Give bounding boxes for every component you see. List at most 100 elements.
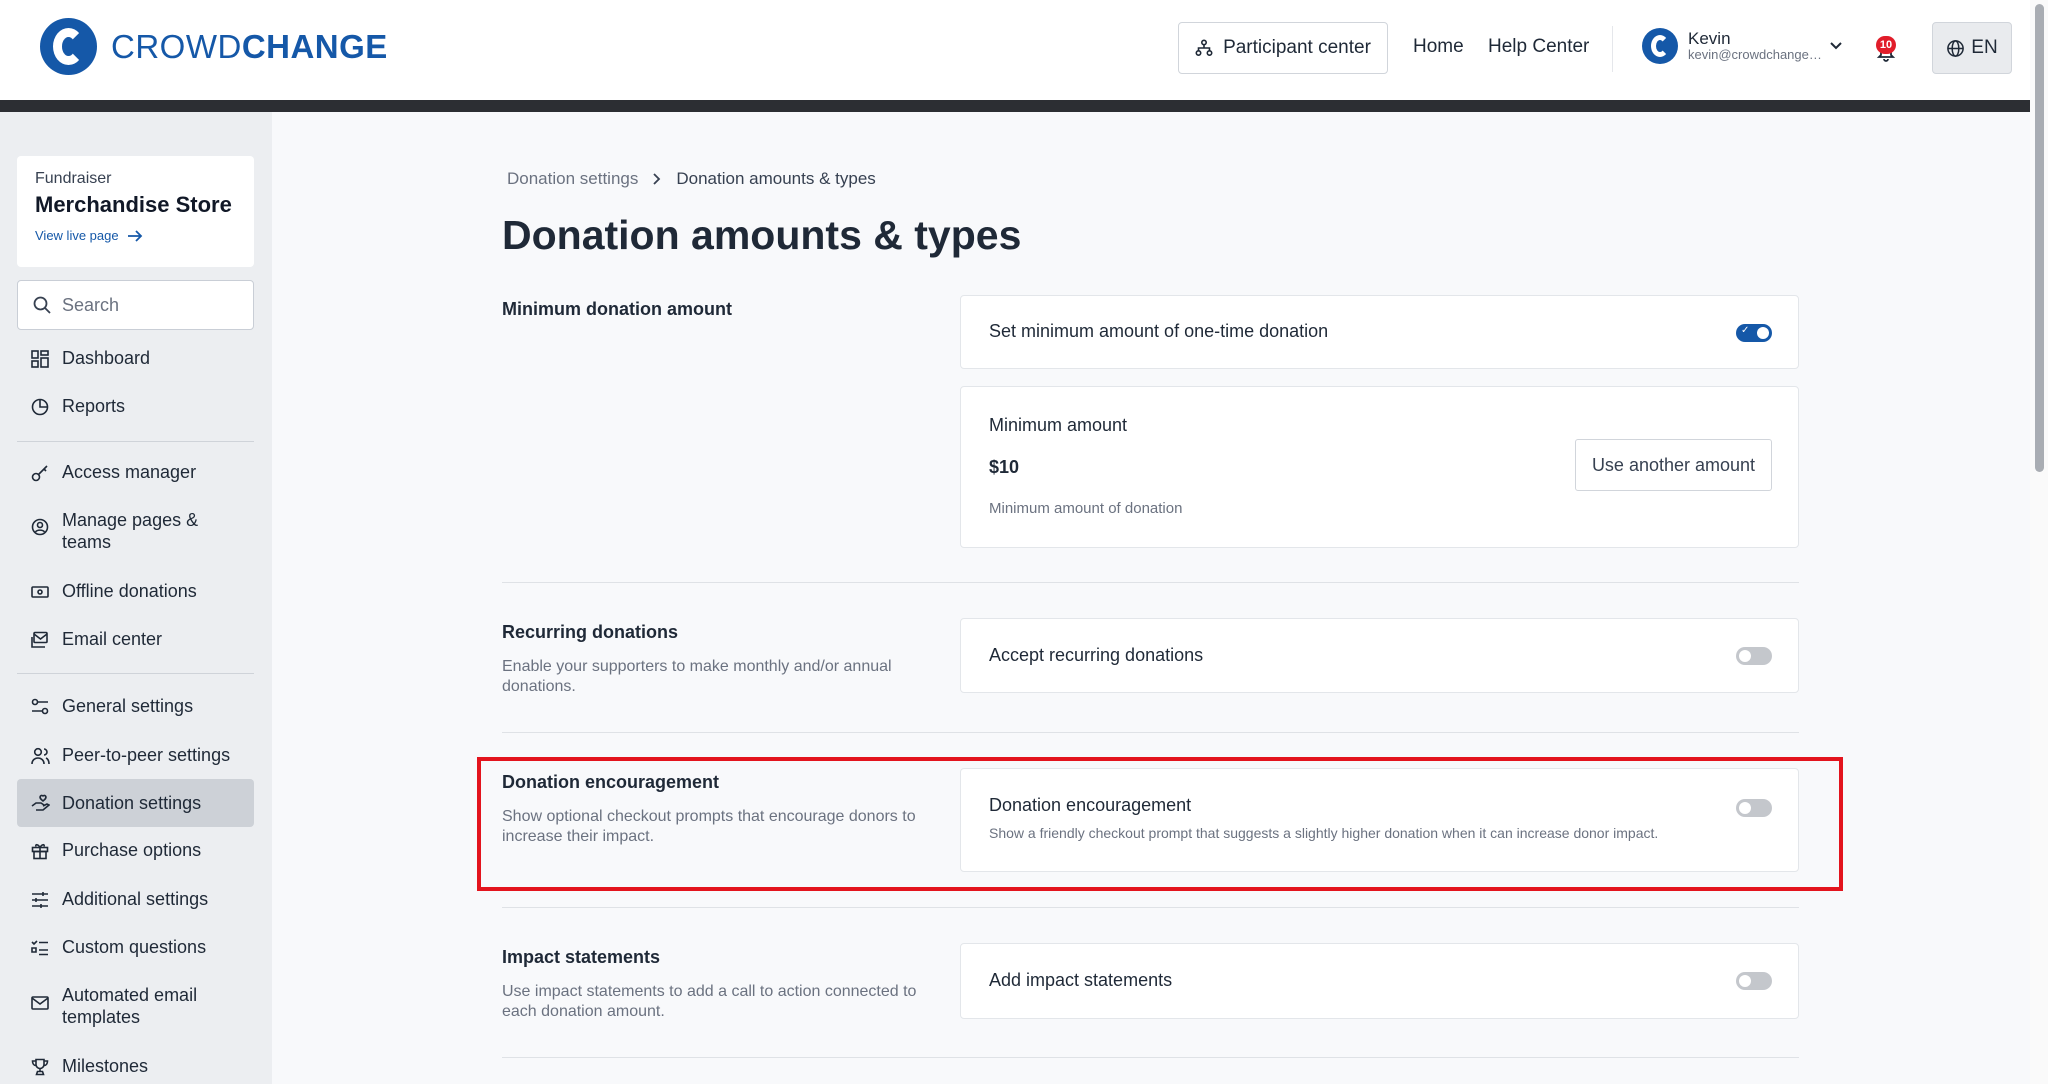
- arrow-right-icon: [127, 229, 142, 242]
- minimum-toggle[interactable]: ✓: [1736, 324, 1772, 342]
- sidebar-item-donation-settings[interactable]: Donation settings: [17, 779, 254, 827]
- globe-icon: [1947, 39, 1965, 57]
- sidebar-item-offline-donations[interactable]: Offline donations: [17, 581, 254, 602]
- sidebar-item-manage-pages[interactable]: Manage pages & teams: [17, 509, 254, 553]
- avatar: [1642, 28, 1678, 64]
- section-divider: [502, 582, 1799, 583]
- recurring-toggle[interactable]: [1736, 647, 1772, 665]
- sidebar-item-label: Additional settings: [62, 889, 209, 909]
- minimum-section-title: Minimum donation amount: [502, 299, 732, 319]
- cash-icon: [30, 582, 50, 602]
- recurring-toggle-card: Accept recurring donations: [960, 618, 1799, 693]
- impact-section-desc: Use impact statements to add a call to a…: [502, 983, 917, 1020]
- crowdchange-logo[interactable]: CROWDCHANGE: [40, 18, 388, 75]
- sidebar-item-label: Custom questions: [62, 937, 207, 957]
- recurring-section-title: Recurring donations: [502, 622, 679, 642]
- breadcrumb: Donation settings Donation amounts & typ…: [507, 169, 876, 189]
- sidebar-item-additional-settings[interactable]: Additional settings: [17, 889, 254, 910]
- fundraiser-kind: Fundraiser: [35, 170, 112, 187]
- scrollbar-thumb[interactable]: [2035, 4, 2044, 472]
- logo-wordmark: CROWDCHANGE: [111, 27, 388, 65]
- sliders-icon: [30, 697, 50, 717]
- sidebar: Fundraiser Merchandise Store View live p…: [0, 112, 272, 1084]
- help-center-link[interactable]: Help Center: [1488, 36, 1589, 58]
- header-rule: [0, 100, 2030, 112]
- recurring-section-desc: Enable your supporters to make monthly a…: [502, 658, 892, 695]
- impact-toggle[interactable]: [1736, 972, 1772, 990]
- language-button[interactable]: EN: [1932, 22, 2012, 74]
- user-email: kevin@crowdchange.co: [1688, 48, 1822, 63]
- top-header: CROWDCHANGE Participant center Home Help…: [0, 0, 2048, 100]
- trophy-icon: [30, 1057, 50, 1077]
- sidebar-item-peer-to-peer[interactable]: Peer-to-peer settings: [17, 745, 254, 766]
- impact-section-title: Impact statements: [502, 947, 661, 967]
- recurring-toggle-label: Accept recurring donations: [989, 645, 1204, 665]
- breadcrumb-parent-link[interactable]: Donation settings: [507, 169, 638, 189]
- pie-chart-icon: [30, 397, 50, 417]
- sidebar-item-label: General settings: [62, 696, 194, 716]
- chevron-down-icon[interactable]: [1826, 36, 1846, 56]
- header-divider: [1612, 26, 1613, 72]
- use-another-amount-button[interactable]: Use another amount: [1575, 439, 1772, 491]
- sidebar-item-label: Donation settings: [62, 792, 202, 813]
- checklist-icon: [30, 938, 50, 958]
- check-icon: ✓: [1741, 325, 1750, 336]
- sitemap-icon: [1195, 39, 1213, 57]
- highlight-box: [477, 757, 1843, 891]
- user-name: Kevin: [1688, 28, 1731, 48]
- fundraiser-card: Fundraiser Merchandise Store View live p…: [17, 156, 254, 267]
- fundraiser-name: Merchandise Store: [35, 192, 232, 217]
- sidebar-item-reports[interactable]: Reports: [17, 396, 254, 417]
- sidebar-item-label: Email center: [62, 629, 163, 649]
- sidebar-item-purchase-options[interactable]: Purchase options: [17, 840, 254, 861]
- sidebar-item-dashboard[interactable]: Dashboard: [17, 348, 254, 369]
- minimum-toggle-label: Set minimum amount of one-time donation: [989, 321, 1329, 341]
- impact-toggle-card: Add impact statements: [960, 943, 1799, 1019]
- sidebar-divider: [17, 441, 254, 442]
- search-input[interactable]: [62, 294, 242, 316]
- user-circle-icon: [30, 517, 50, 537]
- sidebar-item-access-manager[interactable]: Access manager: [17, 462, 254, 483]
- section-divider: [502, 907, 1799, 908]
- breadcrumb-current: Donation amounts & types: [676, 169, 876, 188]
- language-label: EN: [1971, 37, 1998, 58]
- sidebar-item-label: Reports: [62, 396, 126, 416]
- home-link[interactable]: Home: [1413, 36, 1464, 58]
- page-title: Donation amounts & types: [502, 212, 1022, 258]
- sidebar-item-milestones[interactable]: Milestones: [17, 1056, 254, 1077]
- section-divider: [502, 1057, 1799, 1058]
- sidebar-item-label: Purchase options: [62, 840, 202, 860]
- participant-center-label: Participant center: [1223, 37, 1371, 58]
- logo-mark-icon: [40, 18, 97, 75]
- envelope-icon: [30, 993, 50, 1013]
- people-icon: [30, 746, 50, 766]
- sidebar-item-label: Manage pages & teams: [62, 510, 199, 552]
- sidebar-item-custom-questions[interactable]: Custom questions: [17, 937, 254, 958]
- minimum-amount-help: Minimum amount of donation: [989, 500, 1183, 517]
- sidebar-item-label: Offline donations: [62, 581, 197, 601]
- minimum-amount-value: $10: [989, 457, 1020, 477]
- minimum-toggle-card: Set minimum amount of one-time donation …: [960, 295, 1799, 369]
- minimum-amount-card: Minimum amount $10 Minimum amount of don…: [960, 386, 1799, 548]
- search-icon: [33, 296, 51, 314]
- adjust-icon: [30, 890, 50, 910]
- sidebar-item-label: Automated email templates: [62, 985, 198, 1027]
- dashboard-icon: [30, 349, 50, 369]
- sidebar-item-label: Dashboard: [62, 348, 151, 368]
- sidebar-item-email-center[interactable]: Email center: [17, 629, 254, 650]
- participant-center-button[interactable]: Participant center: [1178, 22, 1388, 74]
- gift-icon: [30, 841, 50, 861]
- sidebar-item-general-settings[interactable]: General settings: [17, 696, 254, 717]
- email-icon: [30, 630, 50, 650]
- impact-toggle-label: Add impact statements: [989, 970, 1173, 990]
- sidebar-item-label: Peer-to-peer settings: [62, 745, 231, 765]
- sidebar-search: [17, 280, 254, 330]
- view-live-page-link[interactable]: View live page: [35, 228, 236, 243]
- minimum-amount-label: Minimum amount: [989, 415, 1128, 435]
- view-live-page-label: View live page: [35, 228, 119, 243]
- sidebar-divider: [17, 673, 254, 674]
- sidebar-item-automated-email[interactable]: Automated email templates: [17, 984, 254, 1028]
- sidebar-item-label: Milestones: [62, 1056, 149, 1076]
- user-menu[interactable]: Kevin kevin@crowdchange.co: [1642, 28, 1822, 64]
- sidebar-item-label: Access manager: [62, 462, 197, 482]
